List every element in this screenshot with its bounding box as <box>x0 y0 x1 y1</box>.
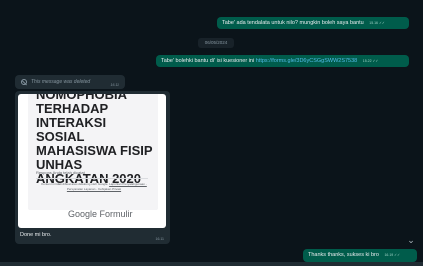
message-time: 15.22 ✓✓ <box>362 59 379 63</box>
message-text: Tabe' bolehki bantu di' isi kuesioner in… <box>161 58 256 64</box>
chevron-down-icon[interactable]: ⌄ <box>405 234 417 246</box>
message-time: 16.11 <box>155 237 165 241</box>
google-forms-logo: Google Formulir <box>68 209 133 219</box>
outgoing-message[interactable]: Thanks thanks, sukses ki bro 16.19 ✓✓ <box>303 249 417 262</box>
form-response-card: NOMOPHOBIA TERHADAP INTERAKSI SOSIAL MAH… <box>28 94 158 210</box>
outgoing-message[interactable]: Tabe' bolehki bantu di' isi kuesioner in… <box>156 55 409 67</box>
form-screenshot-image[interactable]: NOMOPHOBIA TERHADAP INTERAKSI SOSIAL MAH… <box>18 94 166 228</box>
message-time: 16.19 ✓✓ <box>384 253 401 257</box>
chat-panel: Tabe' ada tendalata untuk nilo? mungkin … <box>0 0 423 266</box>
message-text: Tabe' ada tendalata untuk nilo? mungkin … <box>222 20 364 26</box>
message-link[interactable]: https://forms.gle/3D6yCSGgSWW2S7538 <box>256 58 357 64</box>
deleted-message[interactable]: This message was deleted 16.11 <box>15 75 125 89</box>
outgoing-message[interactable]: Tabe' ada tendalata untuk nilo? mungkin … <box>217 17 409 29</box>
date-separator: 06/05/2024 <box>198 38 234 48</box>
brand-google: Google <box>68 209 98 219</box>
message-text: Thanks thanks, sukses ki bro <box>308 252 379 258</box>
ban-icon <box>21 79 27 85</box>
composer-bar <box>0 262 423 266</box>
deleted-text: This message was deleted <box>31 79 91 85</box>
response-note: Respons Anda telah dicatat <box>36 170 85 175</box>
form-fine-print: Konten ini tidak dibuat atau didukung ol… <box>36 182 152 191</box>
image-caption: Done mi bro. <box>20 232 52 238</box>
brand-forms: Formulir <box>99 209 133 219</box>
message-time: 16.11 <box>110 83 120 87</box>
fine-print-text: Konten ini tidak dibuat atau didukung ol… <box>41 182 110 186</box>
message-time: 15.16 ✓✓ <box>369 21 385 25</box>
divider <box>36 178 148 179</box>
